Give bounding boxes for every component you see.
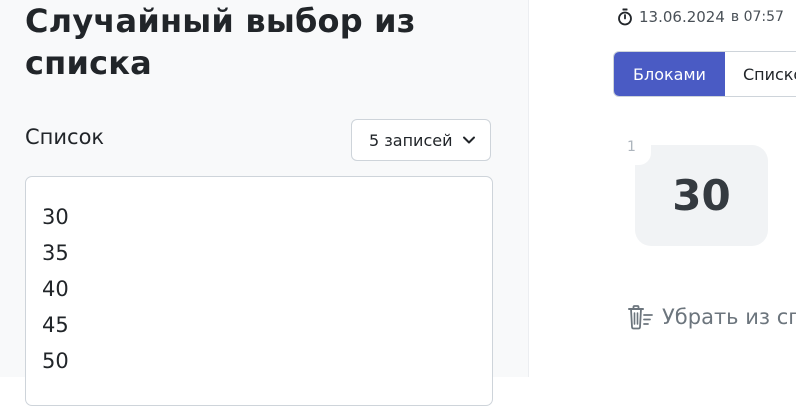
count-select-value: 5 записей xyxy=(369,130,453,150)
timestamp-time: в 07:57 xyxy=(730,9,784,25)
list-item: 35 xyxy=(42,241,69,265)
right-panel: 13.06.2024 в 07:57 Блоками Списком 30 1 … xyxy=(529,0,796,377)
result-value: 30 xyxy=(672,171,731,220)
remove-from-list-button[interactable]: Убрать из списка xyxy=(626,303,796,331)
chevron-down-icon xyxy=(463,136,476,144)
list-textarea[interactable]: 30 35 40 45 50 xyxy=(25,176,493,406)
trash-list-icon xyxy=(628,305,653,330)
result-card: 30 xyxy=(635,145,768,246)
list-item: 45 xyxy=(42,313,69,337)
list-label: Список xyxy=(25,125,105,149)
timestamp-date: 13.06.2024 xyxy=(639,8,725,26)
result-index: 1 xyxy=(623,139,651,165)
count-select[interactable]: 5 записей xyxy=(351,119,491,161)
list-item: 30 xyxy=(42,205,69,229)
tab-blocks[interactable]: Блоками xyxy=(614,52,725,96)
timestamp: 13.06.2024 в 07:57 xyxy=(617,8,784,26)
tab-list[interactable]: Списком xyxy=(725,52,796,96)
remove-label: Убрать из списка xyxy=(662,305,796,329)
stopwatch-icon xyxy=(618,8,632,26)
list-item: 40 xyxy=(42,277,69,301)
left-panel: Случайный выбор из списка Список 5 запис… xyxy=(0,0,529,406)
view-tabs: Блоками Списком xyxy=(613,51,796,97)
page-title: Случайный выбор из списка xyxy=(25,2,416,82)
list-item: 50 xyxy=(42,349,69,373)
